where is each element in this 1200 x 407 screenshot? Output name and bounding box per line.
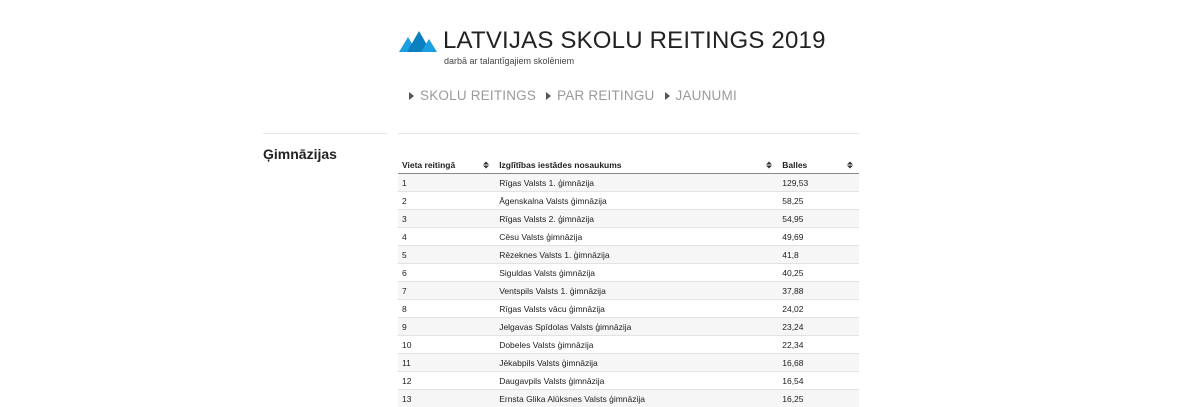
school-name-cell: Āgenskalna Valsts ģimnāzija bbox=[495, 192, 778, 210]
rank-cell: 12 bbox=[398, 372, 495, 390]
rank-cell: 2 bbox=[398, 192, 495, 210]
score-cell: 49,69 bbox=[778, 228, 859, 246]
score-cell: 41,8 bbox=[778, 246, 859, 264]
score-cell: 129,53 bbox=[778, 174, 859, 192]
score-cell: 16,54 bbox=[778, 372, 859, 390]
score-cell: 16,68 bbox=[778, 354, 859, 372]
school-name-cell: Rīgas Valsts 2. ģimnāzija bbox=[495, 210, 778, 228]
column-header-score[interactable]: Balles bbox=[778, 156, 859, 174]
triangle-right-icon bbox=[409, 92, 414, 100]
rank-cell: 7 bbox=[398, 282, 495, 300]
nav-item-jaunumi[interactable]: JAUNUMI bbox=[665, 88, 737, 103]
ranking-table-wrapper: Vieta reitingā Izglītības iestādes nosau… bbox=[398, 156, 859, 407]
column-header-label: Izglītības iestādes nosaukums bbox=[499, 160, 621, 170]
school-name-cell: Cēsu Valsts ģimnāzija bbox=[495, 228, 778, 246]
sort-icon[interactable] bbox=[847, 161, 853, 168]
nav-item-label: SKOLU REITINGS bbox=[420, 88, 536, 103]
rank-cell: 6 bbox=[398, 264, 495, 282]
table-row: 13 Ernsta Glika Alūksnes Valsts ģimnāzij… bbox=[398, 390, 859, 407]
section-title: Ģimnāzijas bbox=[263, 146, 337, 162]
score-cell: 40,25 bbox=[778, 264, 859, 282]
score-cell: 37,88 bbox=[778, 282, 859, 300]
triangle-right-icon bbox=[665, 92, 670, 100]
rank-cell: 3 bbox=[398, 210, 495, 228]
table-row: 9 Jelgavas Spīdolas Valsts ģimnāzija 23,… bbox=[398, 318, 859, 336]
table-row: 7 Ventspils Valsts 1. ģimnāzija 37,88 bbox=[398, 282, 859, 300]
site-title[interactable]: LATVIJAS SKOLU REITINGS 2019 bbox=[443, 26, 826, 56]
table-row: 4 Cēsu Valsts ģimnāzija 49,69 bbox=[398, 228, 859, 246]
rank-cell: 8 bbox=[398, 300, 495, 318]
school-name-cell: Siguldas Valsts ģimnāzija bbox=[495, 264, 778, 282]
main-nav: SKOLU REITINGS PAR REITINGU JAUNUMI bbox=[409, 88, 737, 103]
site-subtitle: darbā ar talantīgajiem skolēniem bbox=[444, 56, 826, 66]
table-body: 1 Rīgas Valsts 1. ģimnāzija 129,53 2 Āge… bbox=[398, 174, 859, 407]
table-row: 3 Rīgas Valsts 2. ģimnāzija 54,95 bbox=[398, 210, 859, 228]
school-name-cell: Dobeles Valsts ģimnāzija bbox=[495, 336, 778, 354]
school-name-cell: Jelgavas Spīdolas Valsts ģimnāzija bbox=[495, 318, 778, 336]
rank-cell: 10 bbox=[398, 336, 495, 354]
table-row: 10 Dobeles Valsts ģimnāzija 22,34 bbox=[398, 336, 859, 354]
rank-cell: 4 bbox=[398, 228, 495, 246]
column-header-label: Vieta reitingā bbox=[402, 160, 455, 170]
column-header-name[interactable]: Izglītības iestādes nosaukums bbox=[495, 156, 778, 174]
mountains-icon[interactable] bbox=[399, 28, 437, 52]
school-name-cell: Rīgas Valsts 1. ģimnāzija bbox=[495, 174, 778, 192]
score-cell: 23,24 bbox=[778, 318, 859, 336]
divider bbox=[263, 133, 387, 134]
rank-cell: 9 bbox=[398, 318, 495, 336]
triangle-right-icon bbox=[546, 92, 551, 100]
column-header-rank[interactable]: Vieta reitingā bbox=[398, 156, 495, 174]
school-name-cell: Jēkabpils Valsts ģimnāzija bbox=[495, 354, 778, 372]
column-header-label: Balles bbox=[782, 160, 807, 170]
score-cell: 58,25 bbox=[778, 192, 859, 210]
table-row: 8 Rīgas Valsts vācu ģimnāzija 24,02 bbox=[398, 300, 859, 318]
table-row: 1 Rīgas Valsts 1. ģimnāzija 129,53 bbox=[398, 174, 859, 192]
score-cell: 16,25 bbox=[778, 390, 859, 407]
sort-icon[interactable] bbox=[766, 161, 772, 168]
nav-item-skolu-reitings[interactable]: SKOLU REITINGS bbox=[409, 88, 536, 103]
school-name-cell: Daugavpils Valsts ģimnāzija bbox=[495, 372, 778, 390]
score-cell: 22,34 bbox=[778, 336, 859, 354]
school-name-cell: Rēzeknes Valsts 1. ģimnāzija bbox=[495, 246, 778, 264]
nav-item-label: PAR REITINGU bbox=[557, 88, 654, 103]
rank-cell: 13 bbox=[398, 390, 495, 407]
site-header: LATVIJAS SKOLU REITINGS 2019 darbā ar ta… bbox=[399, 26, 826, 66]
school-name-cell: Rīgas Valsts vācu ģimnāzija bbox=[495, 300, 778, 318]
sort-icon[interactable] bbox=[483, 161, 489, 168]
table-row: 6 Siguldas Valsts ģimnāzija 40,25 bbox=[398, 264, 859, 282]
score-cell: 54,95 bbox=[778, 210, 859, 228]
rank-cell: 11 bbox=[398, 354, 495, 372]
score-cell: 24,02 bbox=[778, 300, 859, 318]
nav-item-label: JAUNUMI bbox=[676, 88, 737, 103]
school-name-cell: Ernsta Glika Alūksnes Valsts ģimnāzija bbox=[495, 390, 778, 407]
school-name-cell: Ventspils Valsts 1. ģimnāzija bbox=[495, 282, 778, 300]
divider bbox=[398, 133, 859, 134]
table-row: 11 Jēkabpils Valsts ģimnāzija 16,68 bbox=[398, 354, 859, 372]
title-block: LATVIJAS SKOLU REITINGS 2019 darbā ar ta… bbox=[443, 26, 826, 66]
rank-cell: 5 bbox=[398, 246, 495, 264]
nav-item-par-reitingu[interactable]: PAR REITINGU bbox=[546, 88, 654, 103]
rank-cell: 1 bbox=[398, 174, 495, 192]
table-row: 2 Āgenskalna Valsts ģimnāzija 58,25 bbox=[398, 192, 859, 210]
table-header-row: Vieta reitingā Izglītības iestādes nosau… bbox=[398, 156, 859, 174]
table-row: 12 Daugavpils Valsts ģimnāzija 16,54 bbox=[398, 372, 859, 390]
table-row: 5 Rēzeknes Valsts 1. ģimnāzija 41,8 bbox=[398, 246, 859, 264]
ranking-table: Vieta reitingā Izglītības iestādes nosau… bbox=[398, 156, 859, 407]
